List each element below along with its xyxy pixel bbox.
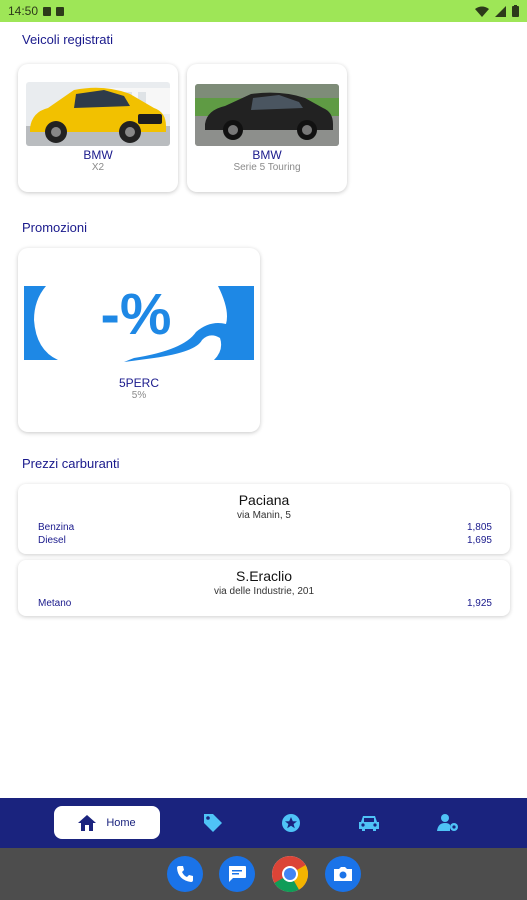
station-name: S.Eraclio (235, 568, 293, 584)
vehicle-model: X2 (91, 162, 105, 173)
promo-code: 5PERC (118, 376, 159, 390)
bottom-navigation: Home (0, 798, 527, 848)
promo-graphic-text: -% (101, 282, 172, 347)
fuel-type: Metano (38, 598, 72, 609)
notification-icon (43, 6, 52, 16)
user-settings-icon (437, 814, 458, 831)
nav-fidelity-button[interactable] (280, 812, 302, 834)
vehicle-card[interactable]: BMW Serie 5 Touring (187, 64, 347, 192)
nav-vehicles-button[interactable] (358, 812, 380, 834)
section-title-fuel-prices: Prezzi carburanti (22, 456, 120, 471)
station-name: Paciana (238, 492, 290, 508)
section-title-promotions: Promozioni (22, 220, 88, 235)
nav-promotions-button[interactable] (202, 812, 224, 834)
fuel-row: Metano 1,925 (38, 598, 492, 611)
tag-icon (204, 814, 222, 832)
phone-icon (177, 866, 193, 882)
vehicle-model: Serie 5 Touring (233, 162, 301, 173)
chrome-app[interactable] (272, 856, 308, 892)
vehicle-brand: BMW (252, 148, 282, 162)
messages-app[interactable] (219, 856, 255, 892)
vehicle-image (26, 82, 170, 146)
star-badge-icon (282, 814, 300, 832)
messages-icon (229, 866, 246, 882)
fuel-station-card[interactable]: S.Eraclio via delle Industrie, 201 Metan… (18, 560, 510, 616)
fuel-type: Benzina (38, 522, 75, 533)
nav-profile-button[interactable] (437, 812, 459, 834)
status-bar: 14:50 (0, 0, 527, 22)
section-title-vehicles: Veicoli registrati (22, 32, 114, 47)
main-content: Veicoli registrati BMW X2 BMW Serie 5 To… (0, 22, 527, 798)
station-address: via Manin, 5 (237, 510, 291, 521)
vehicle-image (195, 84, 339, 146)
camera-icon (334, 867, 352, 881)
promo-card[interactable]: -% 5PERC 5% (18, 248, 260, 432)
signal-icon (495, 5, 506, 17)
fuel-price: 1,925 (466, 598, 492, 609)
fuel-station-card[interactable]: Paciana via Manin, 5 Benzina 1,805 Diese… (18, 484, 510, 554)
fuel-type: Diesel (38, 535, 66, 546)
launcher-dock (0, 848, 527, 900)
vehicle-brand: BMW (83, 148, 113, 162)
status-time: 14:50 (8, 4, 39, 18)
chrome-icon (272, 856, 308, 892)
fuel-row: Benzina 1,805 (38, 522, 492, 535)
vehicle-card[interactable]: BMW X2 (18, 64, 178, 192)
nav-home-label: Home (106, 816, 136, 829)
car-icon (359, 816, 379, 831)
promo-image: -% (24, 280, 254, 366)
sd-card-icon (56, 6, 65, 16)
battery-icon (512, 5, 519, 17)
promo-value: 5% (131, 390, 147, 401)
phone-app[interactable] (167, 856, 203, 892)
fuel-row: Diesel 1,695 (38, 535, 492, 548)
camera-app[interactable] (325, 856, 361, 892)
nav-home-button[interactable]: Home (54, 806, 160, 839)
home-icon (78, 814, 97, 831)
fuel-price: 1,695 (466, 535, 492, 546)
station-address: via delle Industrie, 201 (213, 586, 315, 597)
wifi-icon (475, 6, 489, 17)
fuel-price: 1,805 (466, 522, 492, 533)
